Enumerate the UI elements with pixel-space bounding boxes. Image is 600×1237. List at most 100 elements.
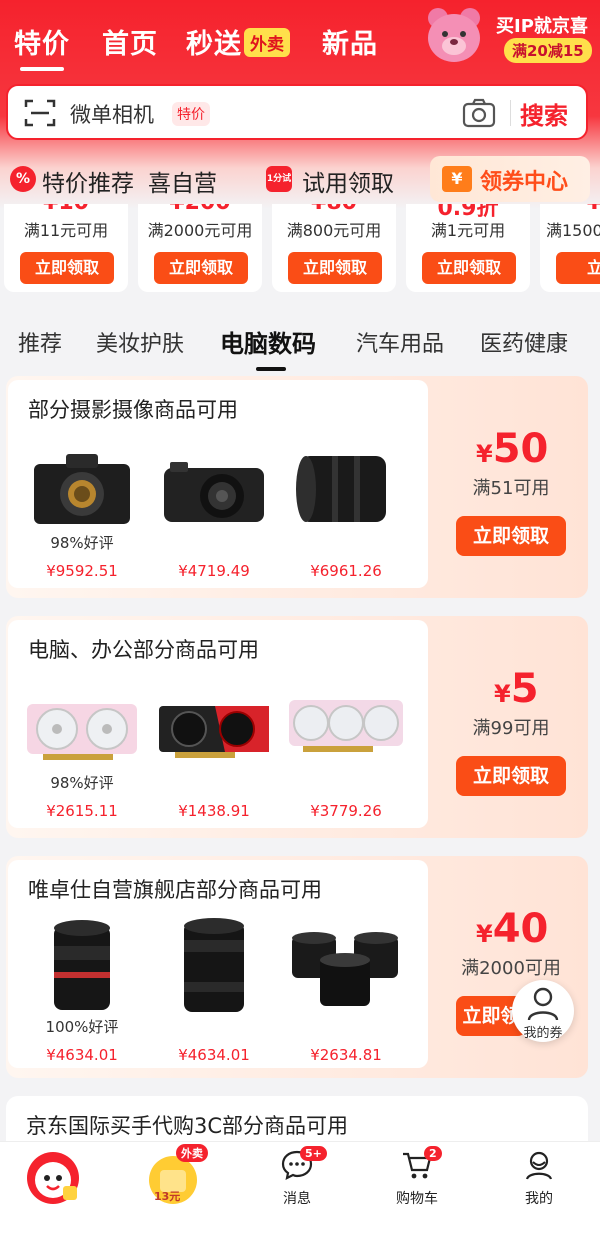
cart-badge: 2 (424, 1146, 442, 1161)
product-price: ¥1438.91 (178, 802, 250, 820)
product-price: ¥2615.11 (46, 802, 118, 820)
coupon-card[interactable]: 唯卓仕自营旗舰店部分商品可用 100%好评 ¥4634.01 ¥4634.01 (6, 856, 588, 1078)
lens-set-icon (292, 932, 398, 1006)
category-tejia-recommend[interactable]: 特价推荐 (42, 164, 134, 198)
product-rating: 98%好评 (50, 534, 114, 552)
bottom-nav-label: 消息 (283, 1191, 311, 1207)
my-coupons-button[interactable]: 我的券 (512, 980, 574, 1042)
bottom-nav-messages[interactable]: 5+ 消息 (252, 1146, 342, 1208)
claim-button[interactable]: 立即领取 (456, 756, 566, 796)
tab-digital[interactable]: 电脑数码 (220, 324, 316, 371)
product-graphics-card-white[interactable]: ¥3779.26 (286, 690, 406, 820)
coupon-condition: 满99可用 (472, 718, 550, 739)
bottom-nav: 外卖 13元 5+ 消息 2 购物车 我的 (0, 1141, 600, 1237)
product-camera-body[interactable]: 98%好评 ¥9592.51 (22, 450, 142, 580)
small-coupon: ¥200 满2000元可用 立即领取 (138, 204, 262, 292)
coupon-center-label: 领券中心 (480, 170, 569, 195)
zoom-lens-icon (296, 456, 386, 522)
category-self-operated[interactable]: 喜自营 (148, 164, 217, 198)
compact-camera-icon (164, 462, 264, 522)
graphics-card-icon (27, 704, 137, 760)
card-products: 部分摄影摄像商品可用 98%好评 ¥9592.51 ¥4719.49 ¥6961… (8, 380, 428, 588)
nav-tab-tejia[interactable]: 特价 (14, 22, 70, 71)
claim-button[interactable]: 立即领取 (20, 252, 114, 284)
currency-symbol: ¥ (494, 680, 511, 708)
nav-tab-home[interactable]: 首页 (102, 22, 158, 61)
product-graphics-card-pink[interactable]: 98%好评 ¥2615.11 (22, 690, 142, 820)
nav-tab-miaosong[interactable]: 秒送 (186, 22, 242, 61)
search-bar[interactable]: 微单相机 特价 搜索 (6, 84, 588, 140)
product-price: ¥3779.26 (310, 802, 382, 820)
my-coupons-label: 我的券 (523, 1026, 563, 1041)
claim-button[interactable]: 立即领取 (288, 252, 382, 284)
product-price: ¥2634.81 (310, 1046, 382, 1064)
bottom-nav-waimai[interactable]: 外卖 13元 (128, 1144, 218, 1210)
card-title: 京东国际买手代购3C部分商品可用 (26, 1114, 349, 1138)
product-prime-lens[interactable]: 100%好评 ¥4634.01 (22, 916, 142, 1064)
product-compact-camera[interactable]: ¥4719.49 (154, 450, 274, 580)
category-trial[interactable]: 试用领取 (302, 164, 394, 198)
product-zoom-lens[interactable]: ¥6961.26 (286, 450, 406, 580)
coupon-condition: 满51可用 (472, 478, 550, 499)
small-coupon-amount: ¥80 (272, 204, 396, 215)
product-price: ¥6961.26 (310, 562, 382, 580)
user-icon (527, 987, 559, 1021)
coupon-condition: 满2000可用 (461, 958, 561, 979)
product-rating: 100%好评 (45, 1018, 119, 1036)
waimai-badge: 外卖 (244, 28, 290, 57)
small-coupon-condition: 满11元可用 (23, 221, 109, 240)
small-coupon: ¥10 满11元可用 立即领取 (4, 204, 128, 292)
message-badge: 5+ (300, 1146, 327, 1161)
coupon-amount: 50 (492, 426, 549, 472)
bottom-nav-profile[interactable]: 我的 (494, 1150, 584, 1208)
graphics-card-icon (289, 700, 403, 752)
product-graphics-card-red[interactable]: ¥1438.91 (154, 690, 274, 820)
small-coupon-amount: ¥10 (4, 204, 128, 215)
small-coupon-condition: 满2000元可用 (147, 221, 253, 240)
search-query[interactable]: 微单相机 (70, 99, 154, 129)
claim-button[interactable]: 立即领取 (154, 252, 248, 284)
coupon-amount: 5 (510, 666, 539, 712)
coupon-value: ¥5 (494, 666, 539, 712)
small-coupon-condition: 满1500 (546, 221, 600, 240)
claim-button[interactable]: 立即领取 (456, 516, 566, 556)
small-coupon-row: ¥10 满11元可用 立即领取 ¥200 满2000元可用 立即领取 ¥80 满… (0, 204, 600, 296)
scan-icon[interactable] (24, 98, 56, 128)
camera-icon[interactable] (462, 97, 496, 129)
camera-body-icon (34, 454, 130, 524)
tab-recommend[interactable]: 推荐 (18, 326, 62, 358)
bottom-nav-cart[interactable]: 2 购物车 (372, 1146, 462, 1208)
currency-symbol: ¥ (476, 440, 493, 468)
small-coupon: 0.9折 满1元可用 立即领取 (406, 204, 530, 292)
bottom-nav-label: 购物车 (396, 1191, 438, 1207)
coupon-card[interactable]: 电脑、办公部分商品可用 98%好评 ¥2615.11 ¥1438.91 ¥377… (6, 616, 588, 838)
claim-button[interactable]: 立即 (556, 252, 600, 284)
trial-badge-icon: 1分试 (266, 166, 292, 192)
lotso-bear-icon[interactable] (418, 4, 488, 70)
bottom-nav-home[interactable] (8, 1150, 98, 1210)
product-price: ¥4719.49 (178, 562, 250, 580)
small-coupon: ¥2 满1500 立即 (540, 204, 600, 292)
product-price: ¥9592.51 (46, 562, 118, 580)
coupon-center-button[interactable]: ¥ 领券中心 (430, 156, 590, 202)
claim-button[interactable]: 立即领取 (422, 252, 516, 284)
product-lens-set[interactable]: ¥2634.81 (286, 916, 406, 1064)
search-button[interactable]: 搜索 (520, 96, 568, 131)
product-rating: 98%好评 (50, 774, 114, 792)
coupon-amount: 40 (492, 906, 549, 952)
product-price: ¥4634.01 (178, 1046, 250, 1064)
product-price: ¥4634.01 (46, 1046, 118, 1064)
card-products: 电脑、办公部分商品可用 98%好评 ¥2615.11 ¥1438.91 ¥377… (8, 620, 428, 828)
tab-auto[interactable]: 汽车用品 (356, 326, 444, 358)
product-telephoto-lens[interactable]: ¥4634.01 (154, 916, 274, 1064)
promo-subtitle[interactable]: 满20减15 (504, 38, 592, 63)
search-divider (510, 100, 511, 126)
promo-title[interactable]: 买IP就京喜 (496, 12, 588, 38)
tab-beauty[interactable]: 美妆护肤 (96, 326, 184, 358)
category-tabs: 推荐 美妆护肤 电脑数码 汽车用品 医药健康 (0, 318, 600, 371)
nav-tab-new[interactable]: 新品 (322, 22, 378, 61)
coupon-ticket-icon: ¥ (442, 166, 472, 192)
tab-health[interactable]: 医药健康 (480, 326, 568, 358)
coupon-card[interactable]: 部分摄影摄像商品可用 98%好评 ¥9592.51 ¥4719.49 ¥6961… (6, 376, 588, 598)
small-coupon-condition: 满800元可用 (286, 221, 382, 240)
